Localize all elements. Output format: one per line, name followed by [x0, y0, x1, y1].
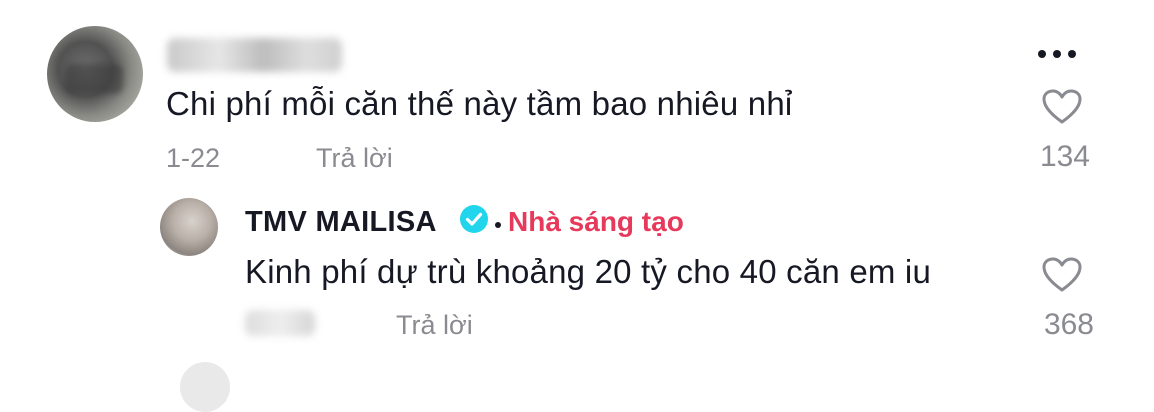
reply-text: Kinh phí dự trù khoảng 20 tỷ cho 40 căn …	[245, 253, 932, 290]
heart-outline-icon[interactable]	[1042, 89, 1082, 125]
commenter-avatar[interactable]	[47, 26, 143, 122]
heart-outline-icon[interactable]	[1042, 257, 1082, 293]
reply-reply-button[interactable]: Trả lời	[396, 312, 473, 339]
creator-badge-label: Nhà sáng tạo	[508, 206, 684, 237]
reply-author-avatar[interactable]	[160, 198, 218, 256]
more-dot	[1053, 50, 1061, 58]
reply-date-blurred	[245, 310, 315, 336]
more-options-icon[interactable]	[1038, 50, 1076, 58]
comment-text: Chi phí mỗi căn thế này tầm bao nhiêu nh…	[166, 85, 793, 122]
comment-date: 1-22	[166, 143, 221, 173]
reply-author-name[interactable]: TMV MAILISA	[245, 208, 437, 237]
more-dot	[1068, 50, 1076, 58]
verified-badge-icon	[460, 205, 488, 233]
comment-reply-button[interactable]: Trả lời	[316, 145, 393, 172]
reply-like-count: 368	[1043, 308, 1094, 341]
comment-like-count: 134	[1039, 140, 1090, 173]
more-dot	[1038, 50, 1046, 58]
commenter-name-blurred[interactable]	[167, 38, 342, 72]
next-comment-avatar[interactable]	[180, 362, 230, 412]
separator-dot	[495, 222, 501, 228]
